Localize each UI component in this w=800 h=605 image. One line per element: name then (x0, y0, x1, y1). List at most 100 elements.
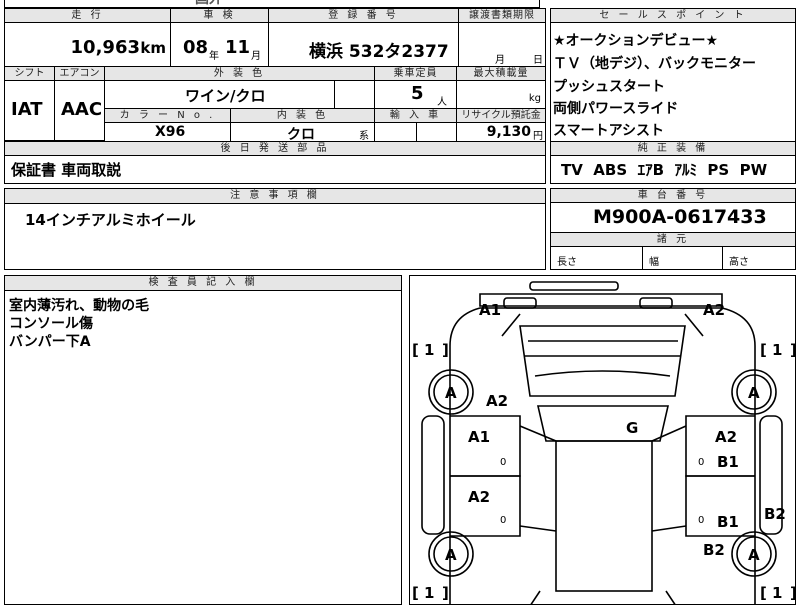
chassis-value: M900A-0617433 (593, 206, 767, 228)
mileage-unit: km (140, 39, 166, 57)
dim-length-label: 長さ (557, 257, 577, 268)
transfer-month-unit: 月 (495, 55, 505, 66)
aircon-value: AAC (61, 99, 103, 120)
header-inspector: 検 査 員 記 入 欄 (5, 276, 401, 291)
inspection-month-unit: 月 (251, 51, 261, 62)
svg-text:[: [ (412, 341, 419, 359)
sales-point-4: 両側パワースライド (553, 101, 679, 117)
tire-mark-fr: 1 (772, 341, 782, 359)
vehicle-info-table: 走 行 車 検 登 録 番 号 譲渡書類期限 10,963 km 08 年 11… (4, 8, 546, 142)
inspection-year-unit: 年 (209, 51, 219, 62)
max-load-unit: kg (528, 93, 541, 104)
mark-front-right-door-2: B1 (717, 453, 739, 471)
left-front-door-shape (450, 415, 521, 477)
notes-box: 注 意 事 項 欄 14インチアルミホイール (4, 188, 546, 270)
dim-width-cell: 幅 (643, 247, 723, 269)
svg-text:]: ] (790, 584, 795, 602)
interior-color-suffix: 系 (359, 131, 369, 141)
header-later-parts: 後 日 発 送 部 品 (5, 142, 545, 156)
svg-text:]: ] (442, 584, 449, 602)
color-no-cell: X96 (105, 123, 231, 141)
color-no-value: X96 (155, 124, 186, 140)
mark-rear-right-door: B1 (717, 513, 739, 531)
header-aircon: エアコン (55, 67, 105, 81)
svg-text:[: [ (412, 584, 419, 602)
zero-mark-3: 0 (698, 457, 704, 468)
mark-right-rocker: B2 (764, 505, 786, 523)
plate-number: 横浜 532タ2377 (309, 42, 449, 62)
mileage-cell: 10,963 km (5, 23, 171, 67)
tire-mark-rl: 1 (424, 584, 434, 602)
mark-front-right-bumper: A2 (703, 301, 725, 319)
top-strip: 国外 (4, 0, 540, 8)
header-mileage: 走 行 (5, 9, 171, 23)
inspection-year: 08 (183, 37, 209, 58)
sales-points-box: セ ー ル ス ポ イ ン ト ★オークションデビュー★ ＴＶ（地デジ）、バック… (550, 8, 796, 142)
roof-shape (555, 440, 653, 592)
tire-mark-fl: 1 (424, 341, 434, 359)
registration-cell: 横浜 532タ2377 (269, 23, 459, 67)
header-transfer-deadline: 譲渡書類期限 (459, 9, 545, 23)
transfer-day-unit: 日 (533, 55, 543, 66)
exterior-color-cell: ワイン/クロ (105, 81, 335, 109)
inspection-cell: 08 年 11 月 (171, 23, 269, 67)
chassis-value-cell: M900A-0617433 (551, 203, 795, 233)
mark-wheel-rr: A (748, 546, 760, 564)
svg-text:[: [ (760, 341, 767, 359)
mark-wheel-fr: A (748, 384, 760, 402)
car-diagram: [ 1 ] [ 1 ] [ 1 ] [ 1 ] A1 A2 A2 A1 A2 G (412, 281, 795, 604)
header-interior-color: 内 装 色 (231, 109, 375, 123)
import-cell-a (375, 123, 417, 141)
dim-height-cell: 高さ (723, 247, 795, 269)
svg-text:]: ] (442, 341, 449, 359)
header-dimensions: 諸 元 (551, 233, 795, 247)
header-max-load: 最大積載量 (457, 67, 545, 81)
left-rocker-shape (421, 415, 445, 535)
zero-mark-1: 0 (500, 457, 506, 468)
body-outline-right (449, 307, 756, 604)
header-import: 輸 入 車 (375, 109, 457, 123)
exterior-color-extra (335, 81, 375, 109)
svg-text:[: [ (760, 584, 767, 602)
top-strip-fragment: 国外 (195, 0, 223, 8)
header-exterior-color: 外 装 色 (105, 67, 375, 81)
header-capacity: 乗車定員 (375, 67, 457, 81)
capacity-cell: 5 人 (375, 81, 457, 109)
exterior-color-value: ワイン/クロ (185, 87, 266, 105)
mark-roof: G (626, 419, 638, 437)
inspector-box: 検 査 員 記 入 欄 室内薄汚れ、動物の毛 コンソール傷 バンパー下A (4, 275, 402, 605)
shift-value: IAT (11, 99, 43, 120)
equipment-box: 純 正 装 備 TV ABS ｴｱB ｱﾙﾐ PS PW (550, 142, 796, 184)
dim-length-cell: 長さ (551, 247, 643, 269)
equipment-value: TV ABS ｴｱB ｱﾙﾐ PS PW (561, 161, 768, 179)
import-cell-b (417, 123, 457, 141)
left-rear-door-shape (450, 475, 521, 537)
front-emblem-shape (529, 281, 619, 291)
mark-wheel-rl: A (445, 546, 457, 564)
dim-height-label: 高さ (729, 257, 749, 268)
hood-shape (519, 325, 686, 397)
header-color-no: カ ラ ー N o . (105, 109, 231, 123)
svg-text:]: ] (790, 341, 795, 359)
header-notes: 注 意 事 項 欄 (5, 189, 545, 204)
capacity-unit: 人 (437, 97, 447, 108)
max-load-cell: kg (457, 81, 545, 109)
sales-point-5: スマートアシスト (553, 123, 665, 139)
recycle-unit: 円 (533, 131, 543, 141)
sales-point-2: ＴＶ（地デジ）、バックモニター (553, 56, 756, 72)
front-bumper-shape (479, 293, 723, 307)
transfer-deadline-cell: 月 日 (459, 23, 545, 67)
header-shift: シフト (5, 67, 55, 81)
header-recycle: リサイクル預託金 (457, 109, 545, 123)
inspector-note-3: バンパー下A (9, 334, 91, 350)
header-equipment: 純 正 装 備 (551, 142, 795, 156)
inspection-month: 11 (225, 37, 251, 58)
later-parts-box: 後 日 発 送 部 品 保証書 車両取説 (4, 142, 546, 184)
auction-sheet: 国外 走 行 車 検 登 録 番 号 譲渡書類期限 10,963 km 08 年… (0, 0, 800, 605)
mileage-value: 10,963 (70, 37, 140, 58)
mark-front-right-door-1: A2 (715, 428, 737, 446)
capacity-value: 5 (411, 83, 424, 104)
inspector-note-2: コンソール傷 (9, 316, 93, 332)
later-parts-value: 保証書 車両取説 (11, 161, 122, 179)
header-inspection: 車 検 (171, 9, 269, 23)
